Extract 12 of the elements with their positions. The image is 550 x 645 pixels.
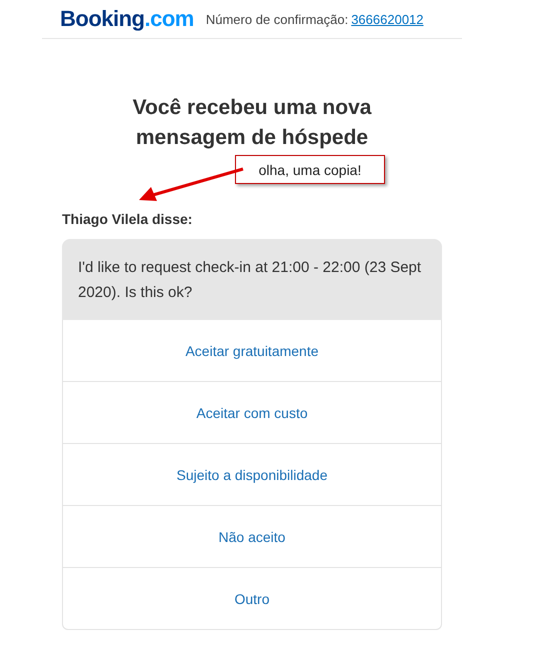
reply-option[interactable]: Não aceito: [63, 505, 441, 567]
sender-name: Thiago Vilela disse:: [62, 211, 194, 227]
reply-option[interactable]: Aceitar gratuitamente: [63, 320, 441, 381]
reply-option[interactable]: Outro: [63, 567, 441, 629]
confirmation-label: Número de confirmação:: [206, 12, 348, 26]
page-title: Você recebeu uma nova mensagem de hóspede: [132, 95, 372, 151]
annotation-callout: olha, uma copia!: [235, 155, 385, 184]
reply-option[interactable]: Aceitar com custo: [63, 381, 441, 443]
confirmation-number-link[interactable]: 3666620012: [351, 12, 424, 26]
logo: Booking.com: [60, 6, 194, 32]
message-text: I'd like to request check-in at 21:00 - 22:00 (23 Sept 2020). Is this ok?: [78, 259, 422, 301]
reply-option[interactable]: Sujeito a disponibilidade: [63, 443, 441, 505]
